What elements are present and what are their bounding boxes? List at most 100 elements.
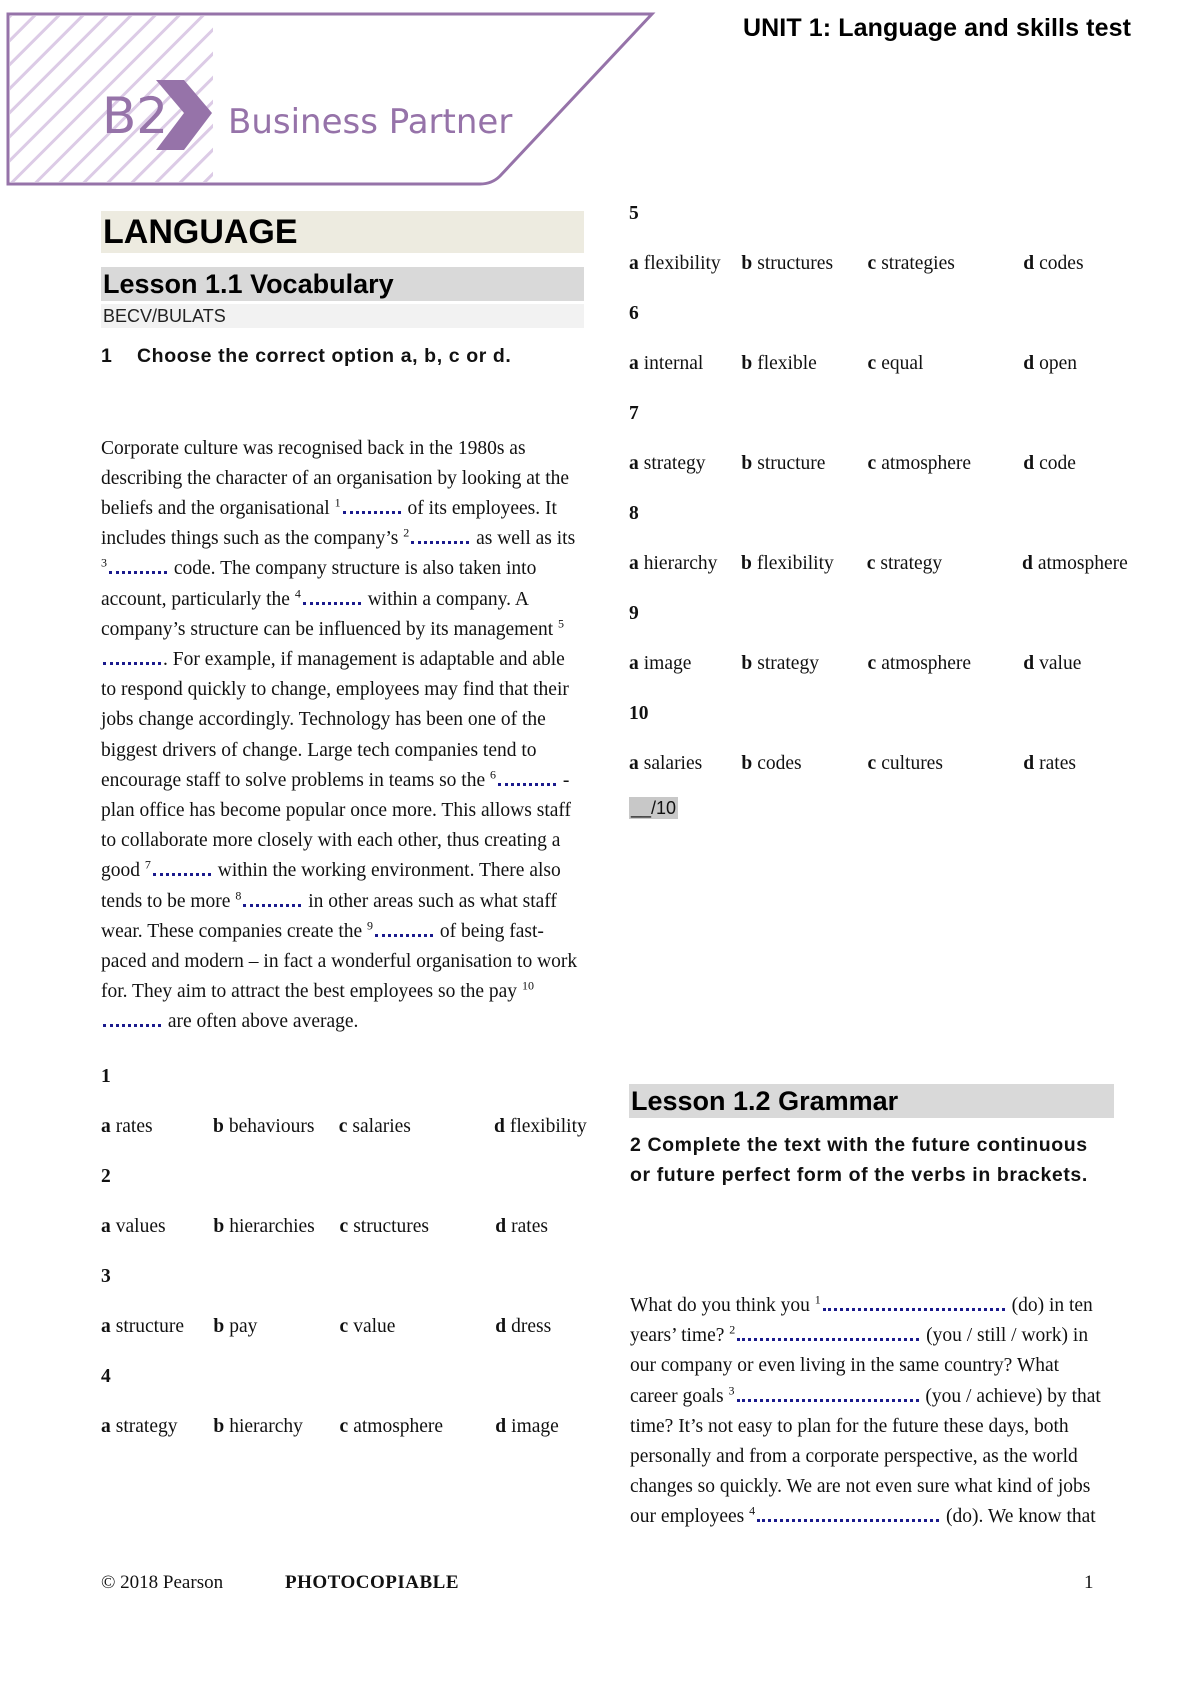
gap-blank[interactable] — [243, 890, 302, 907]
answer-option-b[interactable]: b flexibility — [741, 539, 867, 589]
gap-blank[interactable] — [103, 648, 161, 665]
answer-option-d[interactable]: d rates — [495, 1202, 584, 1252]
answer-option-a[interactable]: a internal — [629, 339, 741, 389]
option-text: atmosphere — [1037, 553, 1128, 574]
answer-options: a strategy b hierarchy c atmosphere d image — [101, 1402, 584, 1452]
page-number: 1 — [1084, 1572, 1094, 1593]
answer-option-c[interactable]: c equal — [868, 339, 1024, 389]
answer-option-d[interactable]: d open — [1023, 339, 1112, 389]
answer-option-b[interactable]: b hierarchies — [213, 1202, 339, 1252]
answer-option-d[interactable]: d codes — [1023, 239, 1112, 289]
option-letter: a — [629, 253, 639, 274]
answer-option-b[interactable]: b strategy — [741, 639, 867, 689]
gap-blank[interactable] — [342, 497, 401, 514]
option-letter: a — [629, 753, 639, 774]
gap-number: 5 — [558, 616, 565, 631]
answer-option-c[interactable]: c structures — [340, 1202, 496, 1252]
option-text: values — [115, 1215, 166, 1237]
right-column: 5 a flexibility b structures c strategies d code… — [629, 203, 1128, 819]
answer-option-b[interactable]: b behaviours — [213, 1102, 339, 1152]
answer-option-d[interactable]: d atmosphere — [1022, 539, 1128, 589]
answer-option-a[interactable]: a strategy — [629, 439, 741, 489]
answer-option-d[interactable]: d flexibility — [494, 1102, 587, 1152]
gap-blank[interactable] — [109, 557, 167, 575]
option-letter: a — [629, 453, 639, 474]
gap-blank[interactable] — [737, 1324, 920, 1342]
answer-options: a rates b behaviours c salaries d flexibility — [101, 1102, 587, 1152]
answer-option-b[interactable]: b codes — [741, 739, 867, 789]
option-letter: d — [494, 1115, 505, 1137]
answer-option-a[interactable]: a structure — [101, 1302, 213, 1352]
answer-option-c[interactable]: c atmosphere — [868, 439, 1024, 489]
option-letter: a — [101, 1315, 111, 1337]
answer-option-d[interactable]: d code — [1023, 439, 1112, 489]
reading-passage: Corporate culture was recognised back in… — [101, 434, 584, 1038]
option-text: structure — [115, 1315, 184, 1337]
option-text: hierarchy — [643, 553, 718, 574]
answer-option-b[interactable]: b structures — [741, 239, 867, 289]
answer-option-c[interactable]: c atmosphere — [340, 1402, 496, 1452]
answer-option-c[interactable]: c strategy — [867, 539, 1022, 589]
option-text: flexibility — [509, 1115, 587, 1137]
answer-option-a[interactable]: a hierarchy — [629, 539, 741, 589]
answer-option-b[interactable]: b structure — [741, 439, 867, 489]
option-text: hierarchies — [229, 1215, 315, 1237]
answer-option-b[interactable]: b pay — [213, 1302, 339, 1352]
answer-option-b[interactable]: b flexible — [741, 339, 867, 389]
answer-option-a[interactable]: a values — [101, 1202, 213, 1252]
gap-blank[interactable] — [103, 1010, 161, 1028]
answer-option-d[interactable]: d value — [1023, 639, 1112, 689]
answer-option-d[interactable]: d rates — [1023, 739, 1112, 789]
exercise-number: 1 — [101, 345, 113, 367]
answer-option-a[interactable]: a flexibility — [629, 239, 741, 289]
option-letter: a — [101, 1215, 111, 1237]
answer-option-a[interactable]: a rates — [101, 1102, 213, 1152]
option-letter: c — [867, 353, 877, 374]
answer-option-c[interactable]: c value — [340, 1302, 496, 1352]
answer-options: a flexibility b structures c strategies d codes — [629, 239, 1112, 289]
gap-blank[interactable] — [152, 859, 211, 877]
answer-option-a[interactable]: a strategy — [101, 1402, 213, 1452]
option-letter: d — [1022, 553, 1033, 574]
question-number: 4 — [101, 1365, 111, 1387]
gap-blank[interactable] — [411, 527, 470, 545]
option-text: cultures — [881, 753, 943, 774]
option-letter: b — [213, 1215, 225, 1237]
gap-blank[interactable] — [757, 1505, 940, 1523]
gap-blank[interactable] — [302, 588, 361, 605]
gap-number: 10 — [521, 978, 534, 993]
option-letter: a — [629, 353, 639, 374]
option-text: strategy — [115, 1415, 178, 1437]
answer-options: a strategy b structure c atmosphere d code — [629, 439, 1112, 489]
option-text: rates — [511, 1215, 548, 1237]
option-text: atmosphere — [881, 653, 972, 674]
answer-option-a[interactable]: a salaries — [629, 739, 741, 789]
question-list: 1 a rates b behaviours c salaries d flexibility 2… — [101, 1052, 587, 1452]
answer-option-c[interactable]: c strategies — [868, 239, 1024, 289]
gap-blank[interactable] — [375, 920, 434, 937]
answer-option-a[interactable]: a image — [629, 639, 741, 689]
section-title: LANGUAGE — [101, 211, 584, 253]
gap-number: 2 — [729, 1322, 736, 1337]
gap-blank[interactable] — [736, 1385, 919, 1402]
answer-option-b[interactable]: b hierarchy — [213, 1402, 339, 1452]
option-letter: c — [867, 753, 877, 774]
option-text: structures — [353, 1215, 430, 1237]
answer-option-c[interactable]: c cultures — [868, 739, 1024, 789]
answer-option-d[interactable]: d image — [495, 1402, 584, 1452]
answer-option-d[interactable]: d dress — [495, 1302, 584, 1352]
option-text: strategy — [643, 453, 706, 474]
option-text: behaviours — [228, 1115, 315, 1137]
option-text: strategy — [757, 653, 819, 674]
option-letter: c — [867, 253, 877, 274]
exercise-instruction: 2 Complete the text with the future cont… — [630, 1134, 1088, 1186]
answer-option-c[interactable]: c atmosphere — [868, 639, 1024, 689]
gap-blank[interactable] — [822, 1294, 1005, 1311]
score-box[interactable]: __/10 — [629, 797, 679, 819]
gap-number: 9 — [367, 918, 374, 933]
gap-blank[interactable] — [498, 769, 557, 786]
exercise-instruction: 1 Choose the correct option a, b, c or d. — [101, 342, 584, 372]
lesson-title: Lesson 1.1 Vocabulary — [101, 267, 584, 301]
option-letter: a — [629, 653, 639, 674]
answer-option-c[interactable]: c salaries — [339, 1102, 494, 1152]
